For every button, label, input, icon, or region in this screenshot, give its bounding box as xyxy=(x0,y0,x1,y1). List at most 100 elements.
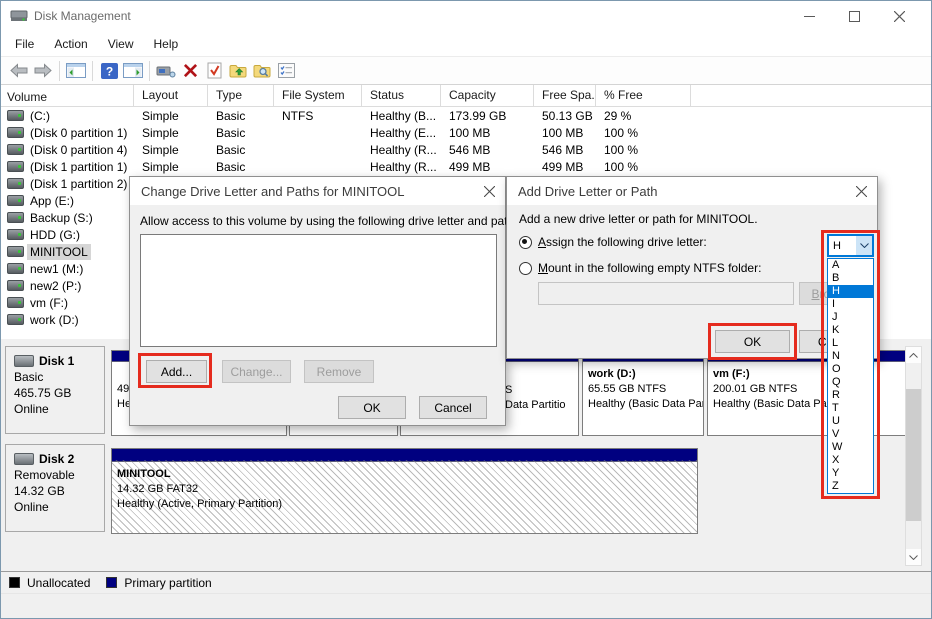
column-volume[interactable]: Volume xyxy=(1,85,134,106)
maximize-button[interactable] xyxy=(832,1,877,31)
toolbar: ? xyxy=(1,56,931,85)
vertical-scrollbar[interactable] xyxy=(905,346,922,566)
add-button[interactable]: Add... xyxy=(146,360,207,383)
dialog-close-icon[interactable] xyxy=(473,177,505,205)
drive-letter-option[interactable]: V xyxy=(828,428,873,441)
volume-row[interactable]: (Disk 0 partition 4) Simple Basic Health… xyxy=(1,141,931,158)
primary-partition-color-swatch xyxy=(106,577,117,588)
toolbar-separator xyxy=(149,61,150,81)
show-console-tree-icon[interactable] xyxy=(64,59,88,83)
disk1-info-panel[interactable]: Disk 1 Basic 465.75 GB Online xyxy=(5,346,105,434)
disk-management-window: Disk Management File Action View Help ? xyxy=(0,0,932,619)
drive-letter-option[interactable]: X xyxy=(828,454,873,467)
scroll-down-icon[interactable] xyxy=(906,549,921,565)
drive-letter-option[interactable]: U xyxy=(828,415,873,428)
minimize-button[interactable] xyxy=(787,1,832,31)
menu-action[interactable]: Action xyxy=(44,34,97,54)
folder-up-icon[interactable] xyxy=(226,59,250,83)
delete-icon[interactable] xyxy=(178,59,202,83)
allow-access-label: Allow access to this volume by using the… xyxy=(140,214,524,228)
check-document-icon[interactable] xyxy=(202,59,226,83)
radio-unselected-icon[interactable] xyxy=(519,262,532,275)
menu-file[interactable]: File xyxy=(5,34,44,54)
unallocated-color-swatch xyxy=(9,577,20,588)
disk2-partition-minitool[interactable]: MINITOOL 14.32 GB FAT32 Healthy (Active,… xyxy=(111,448,698,534)
volume-row[interactable]: (C:) Simple Basic NTFS Healthy (B... 173… xyxy=(1,107,931,124)
radio-selected-icon[interactable] xyxy=(519,236,532,249)
drive-letter-option[interactable]: H xyxy=(828,285,873,298)
menu-view[interactable]: View xyxy=(98,34,144,54)
disk2-info-panel[interactable]: Disk 2 Removable 14.32 GB Online xyxy=(5,444,105,532)
disk1-partition-work[interactable]: work (D:) 65.55 GB NTFS Healthy (Basic D… xyxy=(582,350,704,436)
column-capacity[interactable]: Capacity xyxy=(441,85,534,106)
volume-icon xyxy=(7,110,24,121)
drive-letter-option[interactable]: I xyxy=(828,298,873,311)
cancel-button[interactable]: Cancel xyxy=(419,396,487,419)
toolbar-separator xyxy=(92,61,93,81)
drive-letter-option[interactable]: W xyxy=(828,441,873,454)
drive-letter-option[interactable]: K xyxy=(828,324,873,337)
svg-text:?: ? xyxy=(105,64,112,78)
app-icon xyxy=(10,9,28,28)
volume-icon xyxy=(7,212,24,223)
disk1-partition-vm[interactable]: vm (F:) 200.01 GB NTFS Healthy (Basic Da… xyxy=(707,350,906,436)
close-button[interactable] xyxy=(877,1,922,31)
volume-icon xyxy=(7,314,24,325)
mount-path-input[interactable] xyxy=(538,282,794,305)
dialog-title-bar: Change Drive Letter and Paths for MINITO… xyxy=(130,177,505,205)
volume-icon xyxy=(7,229,24,240)
drive-letter-option[interactable]: B xyxy=(828,272,873,285)
column-status[interactable]: Status xyxy=(362,85,441,106)
add-drive-letter-dialog: Add Drive Letter or Path Add a new drive… xyxy=(506,176,878,359)
dialog-title: Add Drive Letter or Path xyxy=(518,184,657,199)
column-layout[interactable]: Layout xyxy=(134,85,208,106)
column-percent-free[interactable]: % Free xyxy=(596,85,691,106)
menu-help[interactable]: Help xyxy=(144,34,189,54)
drive-letter-option[interactable]: Q xyxy=(828,376,873,389)
volume-icon xyxy=(7,280,24,291)
dialog-title: Change Drive Letter and Paths for MINITO… xyxy=(141,184,405,199)
window-title: Disk Management xyxy=(34,9,131,23)
drive-letter-option[interactable]: Y xyxy=(828,467,873,480)
dialog-close-icon[interactable] xyxy=(845,177,877,205)
mount-folder-radio[interactable]: Mount in the following empty NTFS folder… xyxy=(519,261,761,275)
column-file-system[interactable]: File System xyxy=(274,85,362,106)
disk-icon xyxy=(14,355,34,367)
chevron-down-icon[interactable] xyxy=(856,236,872,255)
drive-letter-option[interactable]: T xyxy=(828,402,873,415)
volume-icon xyxy=(7,195,24,206)
drive-letter-option[interactable]: L xyxy=(828,337,873,350)
device-properties-icon[interactable] xyxy=(154,59,178,83)
back-icon[interactable] xyxy=(7,59,31,83)
legend-bar: Unallocated Primary partition xyxy=(1,571,931,593)
drive-paths-listbox[interactable] xyxy=(140,234,497,347)
show-action-pane-icon[interactable] xyxy=(121,59,145,83)
volume-icon xyxy=(7,127,24,138)
remove-button[interactable]: Remove xyxy=(304,360,374,383)
volume-icon xyxy=(7,297,24,308)
volume-row[interactable]: (Disk 0 partition 1) Simple Basic Health… xyxy=(1,124,931,141)
drive-letter-option[interactable]: J xyxy=(828,311,873,324)
column-type[interactable]: Type xyxy=(208,85,274,106)
drive-letter-option[interactable]: R xyxy=(828,389,873,402)
assign-letter-radio[interactable]: Assign the following drive letter: xyxy=(519,235,707,249)
drive-letter-combobox[interactable]: H xyxy=(827,234,874,257)
change-button[interactable]: Change... xyxy=(222,360,291,383)
properties-list-icon[interactable] xyxy=(274,59,298,83)
scroll-up-icon[interactable] xyxy=(906,347,921,363)
drive-letter-option[interactable]: A xyxy=(828,259,873,272)
drive-letter-option[interactable]: N xyxy=(828,350,873,363)
ok-button[interactable]: OK xyxy=(338,396,406,419)
folder-search-icon[interactable] xyxy=(250,59,274,83)
legend-unallocated-label: Unallocated xyxy=(27,576,90,590)
help-icon[interactable]: ? xyxy=(97,59,121,83)
ok-button[interactable]: OK xyxy=(715,330,790,353)
change-drive-letter-dialog: Change Drive Letter and Paths for MINITO… xyxy=(129,176,506,426)
drive-letter-option[interactable]: O xyxy=(828,363,873,376)
column-free-space[interactable]: Free Spa... xyxy=(534,85,596,106)
drive-letter-option[interactable]: Z xyxy=(828,480,873,493)
forward-icon[interactable] xyxy=(31,59,55,83)
toolbar-separator xyxy=(59,61,60,81)
volume-row[interactable]: (Disk 1 partition 1) Simple Basic Health… xyxy=(1,158,931,175)
scrollbar-thumb[interactable] xyxy=(906,389,921,521)
